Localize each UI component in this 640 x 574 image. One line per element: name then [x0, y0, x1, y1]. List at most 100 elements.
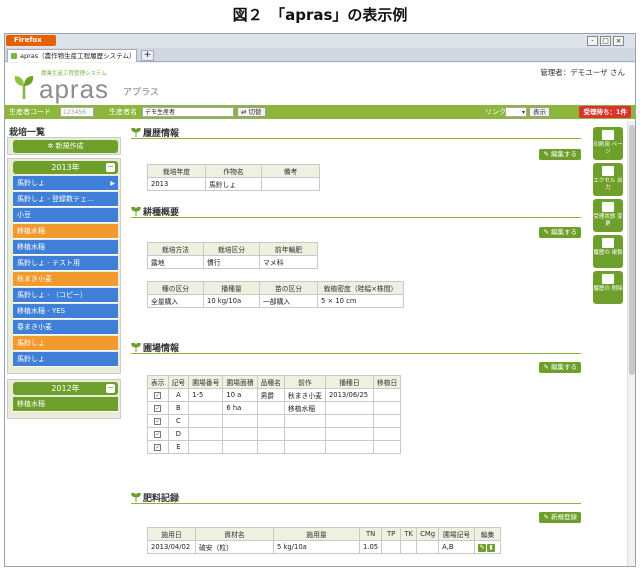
crop-item[interactable]: 馬鈴しょ ▶ [13, 176, 118, 191]
table-header: 播種日 [324, 375, 374, 389]
minimize-button[interactable]: - [587, 36, 598, 46]
excel-action-button[interactable]: エクセル 出力 [593, 163, 623, 196]
table-cell [324, 414, 374, 428]
maximize-button[interactable]: □ [600, 36, 611, 46]
leaf-icon [131, 207, 141, 216]
year-2013-header[interactable]: 2013年 − [13, 161, 118, 174]
field-edit-button[interactable]: ✎ 編集する [539, 362, 581, 373]
show-button[interactable]: 表示 [529, 107, 550, 117]
show-checkbox[interactable]: ✓ [154, 392, 162, 399]
action-label: 履歴の 削除 [593, 286, 623, 292]
pending-badge[interactable]: 受理待ち：1件 [579, 106, 631, 118]
table-row: ✓ D [147, 427, 402, 441]
copy-action-button[interactable]: 履歴の 複製 [593, 235, 623, 268]
table-header: 栽培方法 [147, 242, 204, 256]
collapse-icon[interactable]: − [106, 384, 115, 393]
crop-item[interactable]: 小豆 [13, 208, 118, 223]
link-select[interactable]: ▾ [505, 107, 527, 117]
year-2013-group: 2013年 − 馬鈴しょ ▶ 馬鈴しょ - 登録数テェ… 小豆 移植水稲 移植水稲 馬鈴しょ … [7, 158, 121, 374]
table-cell [283, 427, 326, 441]
new-crop-box: ✲ 新規作成 [7, 137, 121, 155]
table-header: 前作 [283, 375, 326, 389]
table-row: 2013/04/02 硫安（粒） 5 kg/10a 1.05 A,B ✎ ▮ [147, 540, 502, 554]
copy-icon [602, 238, 614, 248]
action-label: 履歴の 複製 [593, 250, 623, 256]
swap-icon [602, 202, 614, 212]
table-cell: E [167, 440, 190, 454]
producer-code-label: 生産者コード [9, 108, 51, 116]
year-2012-header[interactable]: 2012年 − [13, 382, 118, 395]
table-header: 資材名 [195, 527, 274, 541]
table-cell: 5 × 10 cm [317, 294, 404, 308]
action-label: エクセル 出力 [593, 178, 623, 191]
show-checkbox[interactable]: ✓ [154, 405, 162, 412]
new-tab-button[interactable]: + [141, 50, 154, 61]
crop-item[interactable]: 春まき小麦 [13, 320, 118, 335]
table-header: 表示 [147, 375, 169, 389]
collapse-icon[interactable]: − [106, 163, 115, 172]
crop-item[interactable]: 移植水稲 [13, 240, 118, 255]
printer-action-button[interactable]: 印刷用 ページ [593, 127, 623, 160]
crop-item-label: 移植水稲 - YES [17, 307, 66, 315]
table-cell [372, 427, 402, 441]
overview-table-2: 種の区分 播種量 苗の区分 栽植密度（畦幅×株間） 全量購入 10 kg/10a 一部購入… [147, 281, 404, 308]
scrollbar-thumb[interactable] [629, 125, 635, 375]
trash-action-button[interactable]: 履歴の 削除 [593, 271, 623, 304]
show-checkbox[interactable]: ✓ [154, 444, 162, 451]
close-window-button[interactable]: × [613, 36, 624, 46]
firefox-menu-button[interactable]: Firefox [6, 35, 56, 46]
swap-action-button[interactable]: 受理状態 変更 [593, 199, 623, 232]
producer-code-input[interactable]: 123456 [60, 107, 94, 117]
crop-item[interactable]: 馬鈴しょ - （コピー） [13, 288, 118, 303]
tab-title: apras（農作物生産工程履歴システム） [20, 52, 136, 60]
trash-icon[interactable]: ▮ [487, 543, 496, 552]
overview-table-1: 栽培方法 栽培区分 前年輪肥 露地 慣行 マメ科 [147, 242, 318, 269]
producer-name-input[interactable]: デモ生産者 [142, 107, 234, 117]
crop-item-label: 馬鈴しょ - 登録数テェ… [17, 195, 94, 203]
scrollbar[interactable] [627, 121, 635, 566]
table-cell: マメ科 [259, 255, 318, 269]
producer-toolbar: 生産者コード 123456 生産者名 デモ生産者 ⇄ 切替 リンク: ▾ 表示 … [5, 105, 635, 119]
leaf-icon [131, 343, 141, 352]
table-cell: ✓ [147, 427, 169, 441]
crop-item[interactable]: 馬鈴しょ - 登録数テェ… [13, 192, 118, 207]
overview-edit-button[interactable]: ✎ 編集する [539, 227, 581, 238]
crop-item-label: 馬鈴しょ - テスト用 [17, 259, 80, 267]
show-checkbox[interactable]: ✓ [154, 418, 162, 425]
table-cell [416, 540, 440, 554]
new-crop-button[interactable]: ✲ 新規作成 [13, 140, 118, 153]
crop-item-label: 春まき小麦 [17, 323, 52, 331]
table-cell [372, 388, 402, 402]
edit-icon[interactable]: ✎ [478, 543, 487, 552]
switch-button[interactable]: ⇄ 切替 [237, 107, 266, 117]
history-edit-button[interactable]: ✎ 編集する [539, 149, 581, 160]
table-cell: 1.05 [358, 540, 383, 554]
fertilizer-new-button[interactable]: ✎ 新規登録 [539, 512, 581, 523]
crop-item[interactable]: 秋まき小麦 [13, 272, 118, 287]
table-cell [188, 401, 224, 415]
table-header: TK [400, 527, 418, 541]
main-content: 履歴情報 ✎ 編集する 栽培年度 作物名 備考 2013 馬鈴しょ 耕種概要 ✎ 編集… [126, 121, 585, 566]
table-cell [381, 540, 402, 554]
crop-item[interactable]: 移植水稲 [13, 224, 118, 239]
logo-kana: アプラス [123, 88, 159, 98]
crop-item[interactable]: 移植水稲 [13, 397, 118, 412]
leaf-icon [131, 493, 141, 502]
crop-item[interactable]: 馬鈴しょ - テスト用 [13, 256, 118, 271]
crop-item[interactable]: 移植水稲 - YES [13, 304, 118, 319]
table-cell [188, 427, 224, 441]
producer-name-label: 生産者名 [109, 108, 137, 116]
year-2012-label: 2012年 [51, 384, 80, 393]
show-checkbox[interactable]: ✓ [154, 431, 162, 438]
crop-item-label: 馬鈴しょ [17, 355, 45, 363]
crop-item[interactable]: 馬鈴しょ [13, 352, 118, 367]
browser-tab[interactable]: apras（農作物生産工程履歴システム） [7, 49, 137, 62]
table-cell [372, 401, 402, 415]
table-cell: 5 kg/10a [273, 540, 360, 554]
chevron-right-icon: ▶ [110, 180, 115, 187]
table-header: 播種量 [203, 281, 260, 295]
table-cell: 6 ha [222, 401, 258, 415]
crop-item[interactable]: 馬鈴しょ [13, 336, 118, 351]
history-edit-label: 編集する [551, 150, 577, 158]
divider [131, 217, 581, 218]
